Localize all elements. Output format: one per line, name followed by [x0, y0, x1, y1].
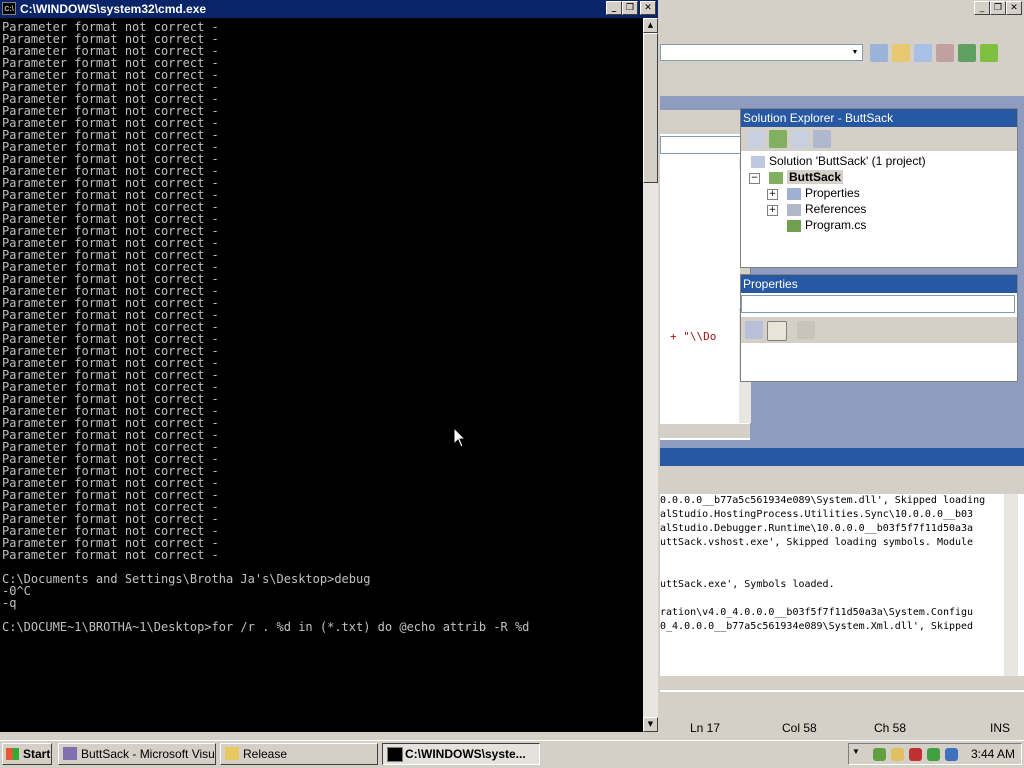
mouse-cursor-icon [454, 428, 466, 448]
windows-logo-icon [6, 748, 19, 760]
close-button[interactable]: ✕ [640, 1, 656, 15]
clock: 3:44 AM [970, 747, 1015, 761]
tree-item-program[interactable]: Program.cs [787, 217, 866, 233]
chevron-down-icon: ▼ [851, 49, 859, 56]
output-toolbar [660, 466, 1024, 494]
visual-studio-icon [63, 747, 77, 760]
scroll-thumb[interactable] [643, 33, 658, 183]
properties-title-text: Properties [743, 277, 798, 291]
member-dropdown[interactable] [660, 136, 750, 154]
vs-statusbar: Ln 17 Col 58 Ch 58 INS [660, 718, 1024, 738]
scroll-down-button[interactable]: ▼ [643, 717, 658, 732]
start-button[interactable]: Start [2, 743, 52, 765]
vs-toolbar: ▼ [660, 40, 1024, 68]
expand-icon[interactable]: + [767, 189, 778, 200]
properties-object-combo[interactable] [741, 295, 1015, 313]
network-icon[interactable] [873, 748, 886, 761]
solution-explorer-toolbar [741, 127, 1017, 151]
restore-button[interactable]: ❐ [990, 1, 1006, 15]
code-fragment: + "\\Do [670, 330, 717, 343]
class-diagram-icon[interactable] [813, 130, 831, 148]
find-icon[interactable] [870, 44, 888, 62]
status-insert-mode: INS [990, 721, 1011, 735]
update-icon[interactable] [927, 748, 940, 761]
tree-item-label: References [805, 202, 867, 216]
tree-solution[interactable]: Solution 'ButtSack' (1 project) [751, 153, 926, 169]
cmd-icon [387, 747, 403, 762]
code-editor[interactable]: + "\\Do [660, 110, 751, 440]
task-label: C:\WINDOWS\syste... [405, 747, 526, 761]
solution-explorer-title: Solution Explorer - ButtSack [741, 109, 1017, 127]
tree-item-label: Program.cs [805, 218, 867, 232]
window-icon[interactable] [914, 44, 932, 62]
close-button[interactable]: ✕ [1006, 1, 1022, 15]
output-pane: 0.0.0.0__b77a5c561934e089\System.dll', S… [660, 448, 1024, 692]
show-all-files-icon[interactable] [791, 130, 809, 148]
solution-explorer-pane: Solution Explorer - ButtSack Solution 'B… [740, 108, 1018, 268]
start-label: Start [23, 747, 51, 761]
tree-project-label: ButtSack [787, 170, 844, 184]
vs-titlebar: _ ❐ ✕ [640, 0, 1024, 18]
folder-icon [225, 747, 239, 760]
csharp-file-icon [787, 219, 801, 232]
property-pages-icon[interactable] [797, 321, 815, 339]
restore-button[interactable]: ❐ [622, 1, 638, 15]
tree-item-references[interactable]: References [787, 201, 866, 217]
minimize-button[interactable]: _ [606, 1, 622, 15]
properties-icon[interactable] [747, 130, 765, 148]
output-vertical-scrollbar[interactable] [1004, 494, 1018, 678]
extension-icon[interactable] [980, 44, 998, 62]
security-shield-icon[interactable] [909, 748, 922, 761]
cmd-icon[interactable]: C:\ [2, 2, 16, 15]
folder-icon [787, 187, 801, 200]
cmd-window: C:\ C:\WINDOWS\system32\cmd.exe _ ❐ ✕ Pa… [0, 0, 658, 740]
cmd-vertical-scrollbar[interactable]: ▲ ▼ [643, 18, 658, 732]
task-label: Release [243, 747, 288, 761]
scroll-up-button[interactable]: ▲ [643, 18, 658, 33]
status-char: Ch 58 [874, 721, 907, 735]
output-title [660, 448, 1024, 466]
properties-title: Properties [741, 275, 1017, 293]
tools-icon[interactable] [936, 44, 954, 62]
alphabetical-icon[interactable] [767, 321, 787, 341]
collapse-icon[interactable]: − [749, 173, 760, 184]
task-label: ButtSack - Microsoft Visu... [81, 747, 216, 761]
export-icon[interactable] [958, 44, 976, 62]
task-visual-studio[interactable]: ButtSack - Microsoft Visu... [58, 743, 216, 765]
task-release-folder[interactable]: Release [220, 743, 378, 765]
tree-solution-label: Solution 'ButtSack' (1 project) [769, 154, 926, 168]
editor-tab-strip [660, 110, 750, 134]
csharp-project-icon [769, 171, 783, 184]
output-text[interactable]: 0.0.0.0__b77a5c561934e089\System.dll', S… [660, 494, 1004, 674]
status-line: Ln 17 [690, 721, 721, 735]
cmd-titlebar[interactable]: C:\ C:\WINDOWS\system32\cmd.exe _ ❐ ✕ [0, 0, 658, 18]
solution-config-combo[interactable]: ▼ [660, 44, 863, 61]
properties-toolbar [741, 317, 1017, 343]
task-cmd[interactable]: C:\WINDOWS\syste... [382, 743, 540, 765]
references-icon [787, 203, 801, 216]
status-column: Col 58 [782, 721, 817, 735]
taskbar: Start ButtSack - Microsoft Visu... Relea… [0, 740, 1024, 768]
solution-icon [751, 155, 765, 168]
system-tray: 3:44 AM [848, 743, 1022, 765]
output-horizontal-scrollbar[interactable] [660, 676, 1024, 690]
folder-icon[interactable] [892, 44, 910, 62]
visual-studio-window: _ ❐ ✕ ▼ + "\\Do Solution Explorer - Butt… [640, 0, 1024, 740]
tree-project[interactable]: ButtSack [769, 169, 844, 185]
refresh-icon[interactable] [769, 130, 787, 148]
tree-item-label: Properties [805, 186, 860, 200]
volume-icon[interactable] [945, 748, 958, 761]
editor-horizontal-scrollbar[interactable] [660, 424, 750, 438]
solution-explorer-title-text: Solution Explorer - ButtSack [743, 111, 894, 125]
categorized-icon[interactable] [745, 321, 763, 339]
tree-item-properties[interactable]: Properties [787, 185, 860, 201]
properties-pane: Properties [740, 274, 1018, 382]
minimize-button[interactable]: _ [974, 1, 990, 15]
console-text: Parameter format not correct - Parameter… [2, 20, 530, 634]
console-output[interactable]: Parameter format not correct - Parameter… [0, 18, 643, 732]
cmd-title: C:\WINDOWS\system32\cmd.exe [20, 2, 207, 16]
expand-icon[interactable]: + [767, 205, 778, 216]
messenger-icon[interactable] [891, 748, 904, 761]
